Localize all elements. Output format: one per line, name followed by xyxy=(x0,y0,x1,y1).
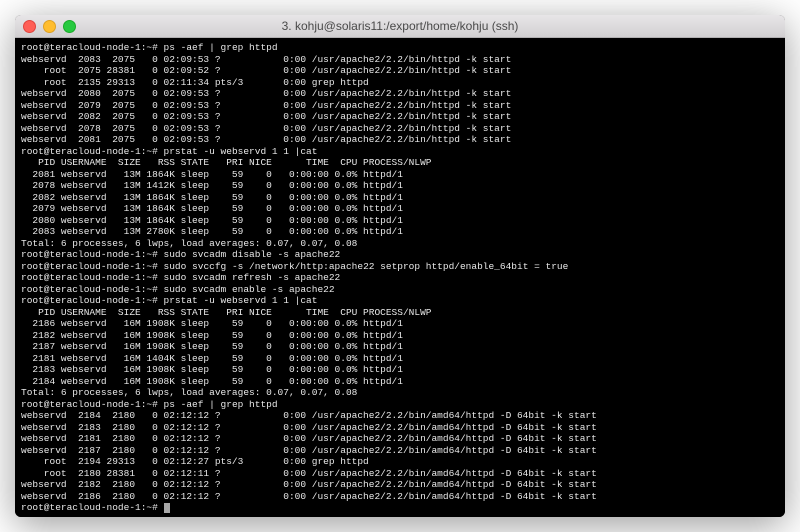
cmd: sudo svcadm refresh -s apache22 xyxy=(164,272,341,283)
table-row: 2181 webservd 16M 1404K sleep 59 0 0:00:… xyxy=(21,353,403,364)
table-row: 2079 webservd 13M 1864K sleep 59 0 0:00:… xyxy=(21,203,403,214)
prompt: root@teracloud-node-1:~# xyxy=(21,399,164,410)
cmd: ps -aef | grep httpd xyxy=(164,42,278,53)
prompt: root@teracloud-node-1:~# xyxy=(21,284,164,295)
output-line: webservd 2081 2075 0 02:09:53 ? 0:00 /us… xyxy=(21,134,511,145)
output-line: Total: 6 processes, 6 lwps, load average… xyxy=(21,238,357,249)
titlebar: 3. kohju@solaris11:/export/home/kohju (s… xyxy=(15,15,785,38)
table-row: 2183 webservd 16M 1908K sleep 59 0 0:00:… xyxy=(21,364,403,375)
prompt: root@teracloud-node-1:~# xyxy=(21,272,164,283)
output-line: root 2180 28381 0 02:12:11 ? 0:00 /usr/a… xyxy=(21,468,597,479)
table-row: 2078 webservd 13M 1412K sleep 59 0 0:00:… xyxy=(21,180,403,191)
cmd: sudo svcadm enable -s apache22 xyxy=(164,284,335,295)
output-line: webservd 2184 2180 0 02:12:12 ? 0:00 /us… xyxy=(21,410,597,421)
output-line: webservd 2186 2180 0 02:12:12 ? 0:00 /us… xyxy=(21,491,597,502)
output-line: webservd 2183 2180 0 02:12:12 ? 0:00 /us… xyxy=(21,422,597,433)
table-row: 2080 webservd 13M 1864K sleep 59 0 0:00:… xyxy=(21,215,403,226)
cmd: prstat -u webservd 1 1 |cat xyxy=(164,295,318,306)
output-line: webservd 2082 2075 0 02:09:53 ? 0:00 /us… xyxy=(21,111,511,122)
zoom-icon[interactable] xyxy=(63,20,76,33)
cmd: sudo svccfg -s /network/http:apache22 se… xyxy=(164,261,569,272)
output-line: webservd 2078 2075 0 02:09:53 ? 0:00 /us… xyxy=(21,123,511,134)
output-line: root 2075 28381 0 02:09:52 ? 0:00 /usr/a… xyxy=(21,65,511,76)
prompt: root@teracloud-node-1:~# xyxy=(21,261,164,272)
cmd: ps -aef | grep httpd xyxy=(164,399,278,410)
terminal-window: 3. kohju@solaris11:/export/home/kohju (s… xyxy=(15,15,785,517)
output-line: webservd 2083 2075 0 02:09:53 ? 0:00 /us… xyxy=(21,54,511,65)
cursor xyxy=(164,503,170,513)
output-line: root 2194 29313 0 02:12:27 pts/3 0:00 gr… xyxy=(21,456,369,467)
table-row: 2186 webservd 16M 1908K sleep 59 0 0:00:… xyxy=(21,318,403,329)
table-row: 2184 webservd 16M 1908K sleep 59 0 0:00:… xyxy=(21,376,403,387)
table-row: 2083 webservd 13M 2780K sleep 59 0 0:00:… xyxy=(21,226,403,237)
table-row: 2082 webservd 13M 1864K sleep 59 0 0:00:… xyxy=(21,192,403,203)
prompt: root@teracloud-node-1:~# xyxy=(21,249,164,260)
output-line: Total: 6 processes, 6 lwps, load average… xyxy=(21,387,357,398)
cmd: prstat -u webservd 1 1 |cat xyxy=(164,146,318,157)
prompt: root@teracloud-node-1:~# xyxy=(21,42,164,53)
table-row: 2187 webservd 16M 1908K sleep 59 0 0:00:… xyxy=(21,341,403,352)
output-line: webservd 2079 2075 0 02:09:53 ? 0:00 /us… xyxy=(21,100,511,111)
output-line: webservd 2080 2075 0 02:09:53 ? 0:00 /us… xyxy=(21,88,511,99)
prompt: root@teracloud-node-1:~# xyxy=(21,295,164,306)
close-icon[interactable] xyxy=(23,20,36,33)
prompt: root@teracloud-node-1:~# xyxy=(21,502,164,513)
table-header: PID USERNAME SIZE RSS STATE PRI NICE TIM… xyxy=(21,307,431,318)
output-line: webservd 2187 2180 0 02:12:12 ? 0:00 /us… xyxy=(21,445,597,456)
prompt: root@teracloud-node-1:~# xyxy=(21,146,164,157)
output-line: webservd 2182 2180 0 02:12:12 ? 0:00 /us… xyxy=(21,479,597,490)
table-header: PID USERNAME SIZE RSS STATE PRI NICE TIM… xyxy=(21,157,431,168)
table-row: 2081 webservd 13M 1864K sleep 59 0 0:00:… xyxy=(21,169,403,180)
window-title: 3. kohju@solaris11:/export/home/kohju (s… xyxy=(15,19,785,33)
minimize-icon[interactable] xyxy=(43,20,56,33)
table-row: 2182 webservd 16M 1908K sleep 59 0 0:00:… xyxy=(21,330,403,341)
output-line: webservd 2181 2180 0 02:12:12 ? 0:00 /us… xyxy=(21,433,597,444)
terminal-body[interactable]: root@teracloud-node-1:~# ps -aef | grep … xyxy=(15,38,785,517)
output-line: root 2135 29313 0 02:11:34 pts/3 0:00 gr… xyxy=(21,77,369,88)
traffic-lights xyxy=(23,20,76,33)
cmd: sudo svcadm disable -s apache22 xyxy=(164,249,341,260)
